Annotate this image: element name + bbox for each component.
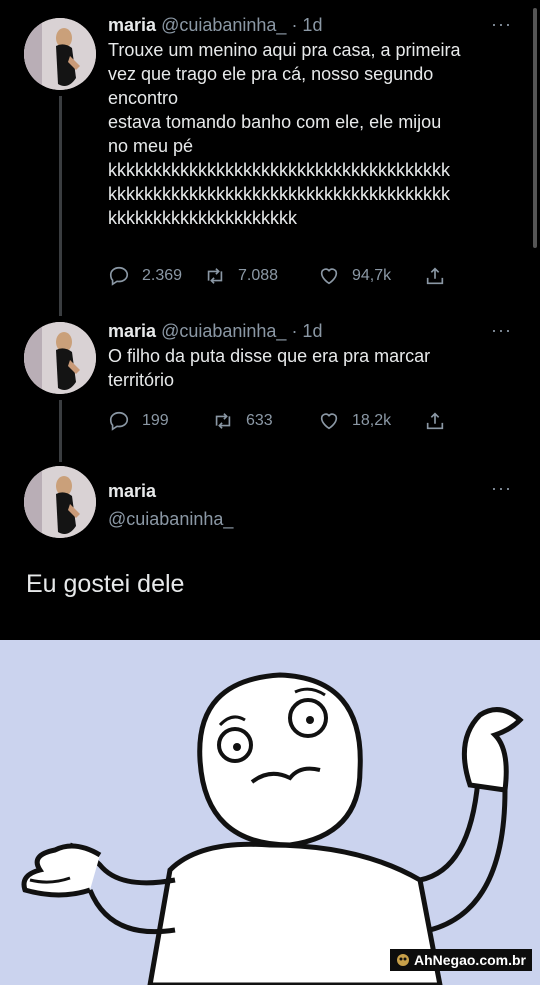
username[interactable]: @cuiabaninha_ <box>108 509 233 529</box>
username[interactable]: @cuiabaninha_ <box>161 321 286 341</box>
avatar-photo <box>24 466 96 538</box>
share-icon <box>426 267 444 285</box>
share-icon <box>426 412 444 430</box>
like-count: 18,2k <box>352 412 392 429</box>
more-options-icon[interactable]: ··· <box>491 320 512 341</box>
logo-icon <box>396 954 409 966</box>
tweet-thread: maria @cuiabaninha_ · 1d Trouxe um menin… <box>0 0 540 640</box>
retweet-icon <box>215 413 231 429</box>
shrug-character-drawing <box>21 672 524 985</box>
reply-button[interactable]: 199 <box>108 410 169 432</box>
reply-icon <box>109 266 129 286</box>
avatar-photo <box>24 322 96 394</box>
avatar[interactable] <box>24 466 96 538</box>
retweet-button[interactable]: 7.088 <box>204 265 278 287</box>
heart-icon <box>320 268 338 285</box>
main-tweet-text: Eu gostei dele <box>26 570 185 598</box>
retweet-icon <box>207 268 223 284</box>
tweet-text: Trouxe um menino aqui pra casa, a primei… <box>108 40 461 228</box>
like-button[interactable]: 94,7k <box>318 265 391 287</box>
shrug-meme-image: AhNegao.com.br <box>0 640 540 985</box>
retweet-count: 633 <box>246 412 273 429</box>
avatar-photo <box>24 18 96 90</box>
thread-connector <box>59 96 62 316</box>
scrollbar[interactable] <box>533 8 537 248</box>
like-count: 94,7k <box>352 267 392 284</box>
display-name[interactable]: maria <box>108 15 156 35</box>
avatar[interactable] <box>24 322 96 394</box>
timestamp[interactable]: · 1d <box>286 321 322 341</box>
watermark: AhNegao.com.br <box>389 949 532 971</box>
timestamp[interactable]: · 1d <box>286 15 322 35</box>
more-options-icon[interactable]: ··· <box>491 478 512 499</box>
display-name[interactable]: maria <box>108 321 156 341</box>
share-button[interactable] <box>424 265 458 287</box>
share-button[interactable] <box>424 410 458 432</box>
display-name[interactable]: maria <box>108 481 156 501</box>
thread-connector <box>59 400 62 462</box>
avatar[interactable] <box>24 18 96 90</box>
retweet-button[interactable]: 633 <box>212 410 273 432</box>
reply-count: 199 <box>142 412 169 429</box>
more-options-icon[interactable]: ··· <box>491 14 512 35</box>
heart-icon <box>320 413 338 430</box>
tweet-text: O filho da puta disse que era pra marcar… <box>108 346 431 390</box>
reply-icon <box>109 411 129 431</box>
reply-button[interactable]: 2.369 <box>108 265 182 287</box>
reply-count: 2.369 <box>142 267 183 284</box>
like-button[interactable]: 18,2k <box>318 410 391 432</box>
username[interactable]: @cuiabaninha_ <box>161 15 286 35</box>
retweet-count: 7.088 <box>238 267 279 284</box>
